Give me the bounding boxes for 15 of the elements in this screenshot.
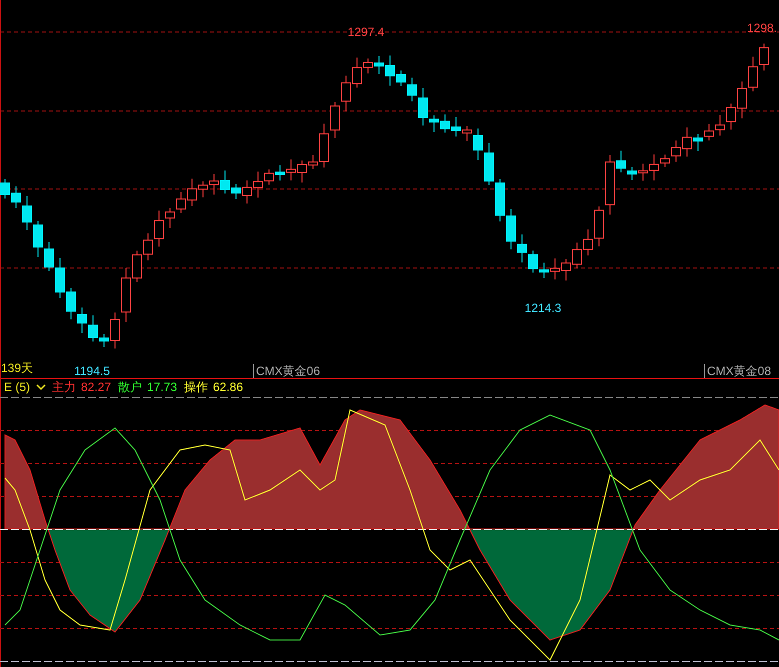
series-label: 主力 (52, 380, 76, 394)
series-value: 17.73 (147, 380, 178, 394)
series-value: 62.86 (213, 380, 244, 394)
price-label: 1297.4 (348, 25, 384, 39)
contract-label: CMX黄金06 (256, 364, 320, 378)
price-label: 1214.3 (524, 301, 562, 315)
indicator-name: E (5) (4, 380, 30, 394)
period-label: 139天 (1, 361, 34, 375)
series-value: 82.27 (81, 380, 112, 394)
series-label: 操作 (184, 380, 208, 394)
contract-label: CMX黄金08 (707, 364, 772, 378)
caret-icon[interactable] (36, 384, 46, 390)
series-label: 散户 (118, 380, 142, 394)
price-label: 1298. (746, 21, 777, 35)
price-label: 1194.5 (74, 364, 110, 378)
